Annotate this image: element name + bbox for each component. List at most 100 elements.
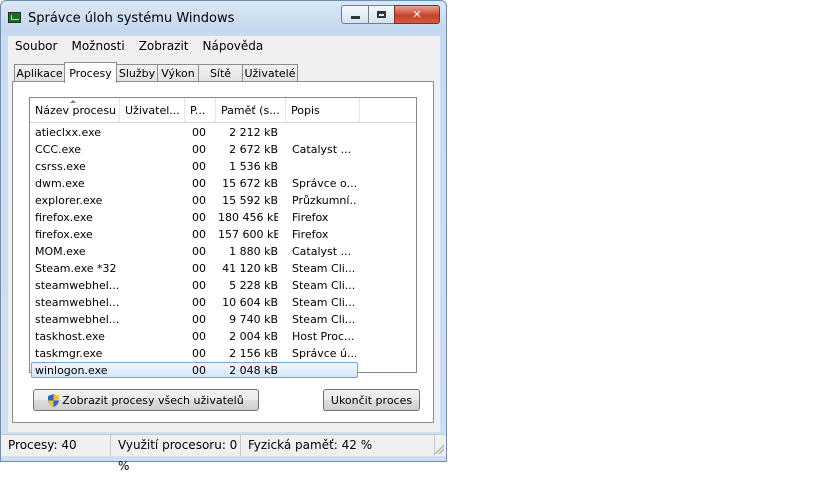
memory-cell: 1 536 kB (229, 160, 278, 173)
process-name-cell: atieclxx.exe (35, 126, 102, 139)
process-name-cell: firefox.exe (35, 211, 93, 224)
description-cell: Průzkumní... (292, 194, 356, 207)
cpu-cell: 00 (192, 330, 206, 343)
process-name-cell: steamwebhel... (35, 296, 119, 309)
table-row[interactable]: dwm.exe 00 15 672 kB Správce o... (30, 175, 416, 192)
table-row[interactable]: steamwebhel... 00 10 604 kB Steam Cli... (30, 294, 416, 311)
resize-grip[interactable] (434, 444, 444, 454)
column-user[interactable]: Uživatel... (120, 98, 185, 122)
tab-site[interactable]: Sítě (198, 64, 243, 82)
show-all-processes-button[interactable]: Zobrazit procesy všech uživatelů (33, 389, 259, 411)
memory-cell: 9 740 kB (229, 313, 278, 326)
close-button[interactable]: ✕ (394, 5, 440, 24)
menu-napoveda[interactable]: Nápověda (196, 39, 271, 53)
user-cell (123, 294, 183, 311)
memory-cell: 2 048 kB (229, 364, 278, 377)
menu-moznosti[interactable]: Možnosti (64, 39, 131, 53)
table-row[interactable]: csrss.exe 00 1 536 kB (30, 158, 416, 175)
description-cell: Firefox (292, 211, 329, 224)
minimize-button[interactable] (341, 5, 369, 24)
tab-uzivatele[interactable]: Uživatelé (242, 64, 298, 82)
table-row[interactable]: MOM.exe 00 1 880 kB Catalyst ... (30, 243, 416, 260)
menu-soubor[interactable]: Soubor (8, 39, 64, 53)
user-cell (123, 192, 183, 209)
table-row[interactable]: firefox.exe 00 180 456 kB Firefox (30, 209, 416, 226)
cpu-cell: 00 (192, 194, 206, 207)
cpu-cell: 00 (192, 347, 206, 360)
user-cell (123, 141, 183, 158)
column-cpu[interactable]: P... (185, 98, 216, 122)
process-name-cell: taskmgr.exe (35, 347, 103, 360)
table-row[interactable]: steamwebhel... 00 5 228 kB Steam Cli... (30, 277, 416, 294)
maximize-button[interactable] (368, 5, 395, 24)
status-bar: Procesy: 40 Využití procesoru: 0 % Fyzic… (1, 434, 446, 473)
task-manager-app-icon (8, 12, 21, 23)
description-cell (292, 158, 356, 175)
task-manager-window: Správce úloh systému Windows ✕ Soubor Mo… (0, 0, 447, 473)
tab-sluzby[interactable]: Služby (116, 64, 158, 82)
process-name-cell: steamwebhel... (35, 279, 119, 292)
table-row[interactable]: explorer.exe 00 15 592 kB Průzkumní... (30, 192, 416, 209)
column-memory[interactable]: Paměť (s... (216, 98, 286, 122)
close-icon: ✕ (412, 8, 422, 21)
cpu-cell: 00 (192, 160, 206, 173)
description-cell (292, 124, 356, 141)
description-cell: Firefox (292, 228, 329, 241)
table-row[interactable]: winlogon.exe 00 2 048 kB (30, 362, 416, 379)
user-cell (123, 175, 183, 192)
memory-cell: 41 120 kB (222, 262, 278, 275)
column-description[interactable]: Popis (286, 98, 360, 122)
description-cell: Steam Cli... (292, 279, 356, 292)
column-process-name[interactable]: Název procesu (30, 98, 120, 122)
table-row[interactable]: Steam.exe *32 00 41 120 kB Steam Cli... (30, 260, 416, 277)
memory-cell: 2 004 kB (229, 330, 278, 343)
table-row[interactable]: taskhost.exe 00 2 004 kB Host Proc... (30, 328, 416, 345)
description-cell: Správce ú... (292, 347, 356, 360)
table-row[interactable]: steamwebhel... 00 9 740 kB Steam Cli... (30, 311, 416, 328)
user-cell (123, 328, 183, 345)
memory-cell: 5 228 kB (229, 279, 278, 292)
cpu-cell: 00 (192, 126, 206, 139)
cpu-cell: 00 (192, 245, 206, 258)
sort-ascending-icon (70, 100, 76, 103)
cpu-cell: 00 (192, 364, 206, 377)
minimize-icon (350, 16, 360, 19)
process-name-cell: winlogon.exe (35, 364, 108, 377)
memory-cell: 10 604 kB (222, 296, 278, 309)
memory-cell: 2 672 kB (229, 143, 278, 156)
user-cell (123, 243, 183, 260)
user-cell (123, 226, 183, 243)
table-row[interactable]: CCC.exe 00 2 672 kB Catalyst ... (30, 141, 416, 158)
description-cell: Steam Cli... (292, 262, 356, 275)
memory-cell: 2 212 kB (229, 126, 278, 139)
uac-shield-icon (48, 393, 60, 407)
tab-aplikace[interactable]: Aplikace (14, 64, 65, 82)
title-bar[interactable]: Správce úloh systému Windows ✕ (1, 1, 446, 35)
description-cell (292, 362, 356, 379)
status-cpu-usage: Využití procesoru: 0 % (111, 435, 241, 473)
process-name-cell: CCC.exe (35, 143, 82, 156)
cpu-cell: 00 (192, 177, 206, 190)
description-cell: Host Proc... (292, 330, 355, 343)
end-process-button[interactable]: Ukončit proces (323, 389, 420, 411)
table-row[interactable]: taskmgr.exe 00 2 156 kB Správce ú... (30, 345, 416, 362)
user-cell (123, 345, 183, 362)
user-cell (123, 124, 183, 141)
window-title: Správce úloh systému Windows (28, 11, 235, 26)
table-row[interactable]: atieclxx.exe 00 2 212 kB (30, 124, 416, 141)
table-row[interactable]: firefox.exe 00 157 600 kB Firefox (30, 226, 416, 243)
user-cell (123, 158, 183, 175)
tab-procesy[interactable]: Procesy (64, 62, 117, 83)
process-name-cell: csrss.exe (35, 160, 86, 173)
description-cell: Catalyst ... (292, 245, 352, 258)
cpu-cell: 00 (192, 262, 206, 275)
show-all-processes-label: Zobrazit procesy všech uživatelů (62, 393, 244, 407)
user-cell (123, 362, 183, 379)
tab-vykon[interactable]: Výkon (157, 64, 199, 82)
memory-cell: 2 156 kB (229, 347, 278, 360)
menu-zobrazit[interactable]: Zobrazit (132, 39, 196, 53)
status-processes: Procesy: 40 (1, 435, 111, 456)
process-list[interactable]: Název procesu Uživatel... P... Paměť (s.… (29, 97, 417, 378)
process-name-cell: MOM.exe (35, 245, 86, 258)
process-name-cell: firefox.exe (35, 228, 93, 241)
